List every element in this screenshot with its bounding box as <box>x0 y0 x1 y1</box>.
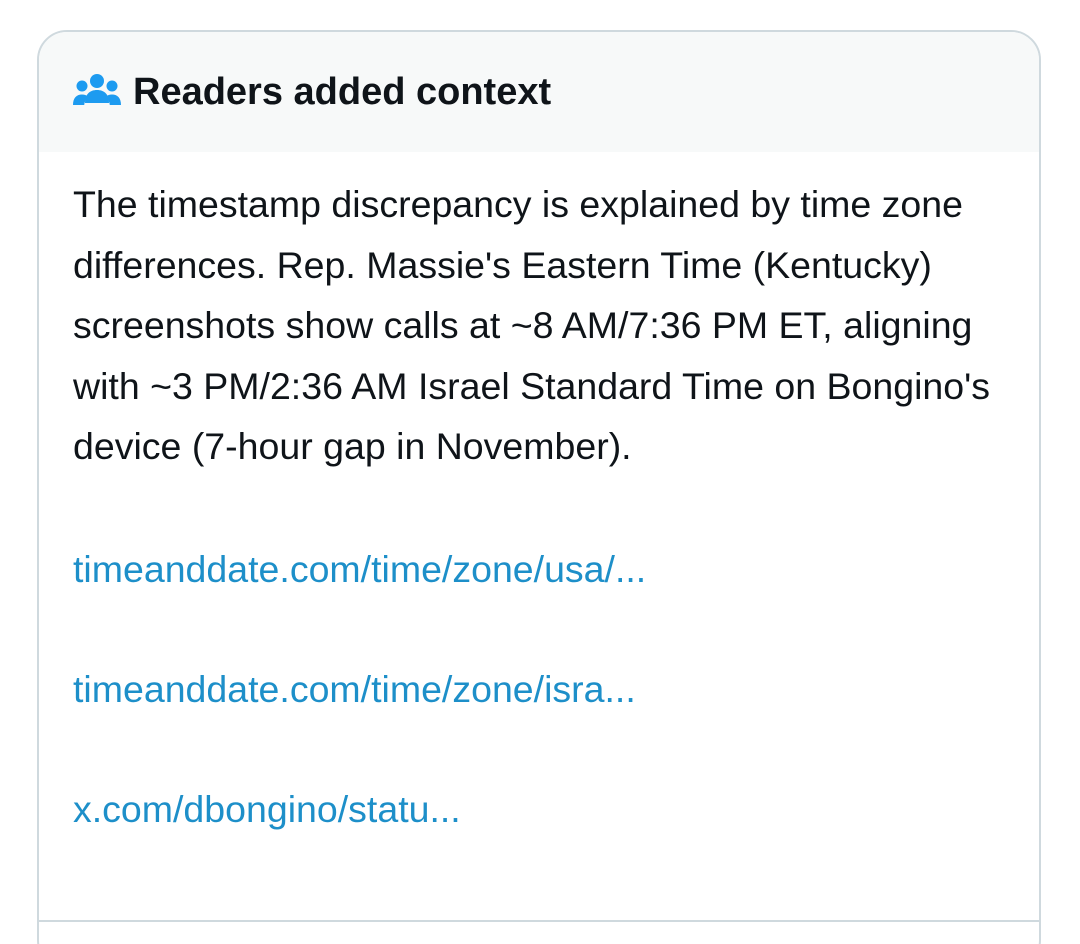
source-link-timeanddate-israel[interactable]: timeanddate.com/time/zone/isra... <box>73 659 1005 719</box>
note-body: The timestamp discrepancy is explained b… <box>39 152 1039 839</box>
note-text: The timestamp discrepancy is explained b… <box>73 183 991 467</box>
source-link-x-status[interactable]: x.com/dbongino/statu... <box>73 779 1005 839</box>
note-title: Readers added context <box>133 70 552 113</box>
card-divider <box>39 920 1039 922</box>
note-header: Readers added context <box>39 32 1039 152</box>
source-link-timeanddate-usa[interactable]: timeanddate.com/time/zone/usa/... <box>73 539 1005 599</box>
people-group-icon <box>73 73 121 111</box>
community-note-card: Readers added context The timestamp disc… <box>37 30 1041 944</box>
